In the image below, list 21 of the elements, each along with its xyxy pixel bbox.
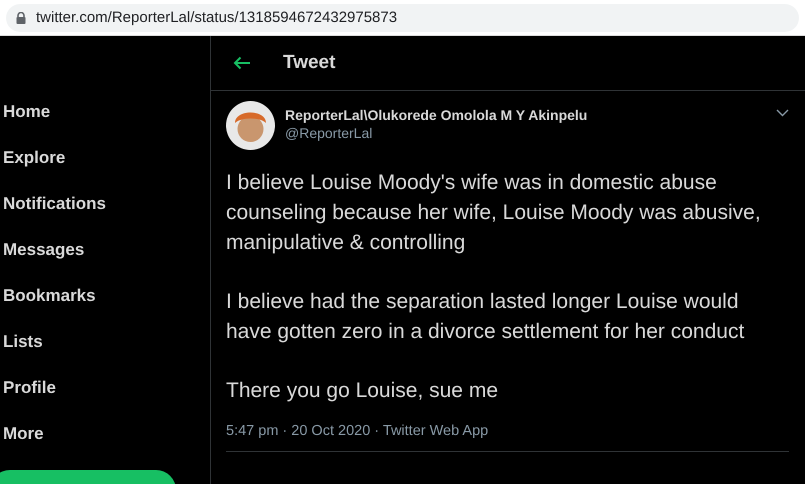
tweet-text: I believe Louise Moody's wife was in domestic abuse counseling because her wife, Louise Moody was abusive, manipulative & controlling [226, 170, 762, 256]
back-arrow-icon[interactable] [233, 56, 251, 70]
avatar [226, 101, 275, 150]
nav-item[interactable]: Profile [0, 378, 210, 424]
nav-item[interactable]: Messages [0, 240, 210, 286]
nav-item[interactable]: Notifications [0, 194, 210, 240]
tweet-text: I believe had the separation lasted longer Louise would have gotten zero in a divorce settlement for her conduct [226, 289, 746, 345]
nav-item[interactable]: Lists [0, 332, 210, 378]
nav-item[interactable]: Explore [0, 148, 210, 194]
lock-icon [16, 12, 26, 24]
handle[interactable]: @ReporterLal [285, 125, 766, 141]
nav-item[interactable]: Home [0, 102, 210, 148]
display-name[interactable]: ReporterLal\Olukorede Omolola M Y Akinpelu [285, 107, 766, 123]
tweet-text: There you go Louise, sue me [226, 378, 499, 404]
chevron-down-icon[interactable] [776, 109, 789, 117]
page-title: Tweet [283, 52, 336, 74]
nav-item[interactable]: Bookmarks [0, 286, 210, 332]
address-bar[interactable]: twitter.com/ReporterLal/status/1318594672432975873 [6, 4, 799, 32]
url-text: twitter.com/ReporterLal/status/1318594672432975873 [36, 9, 398, 26]
nav-item[interactable]: More [0, 424, 210, 470]
tweet-timestamp: 5:47 pm · 20 Oct 2020 · Twitter Web App [226, 423, 789, 452]
